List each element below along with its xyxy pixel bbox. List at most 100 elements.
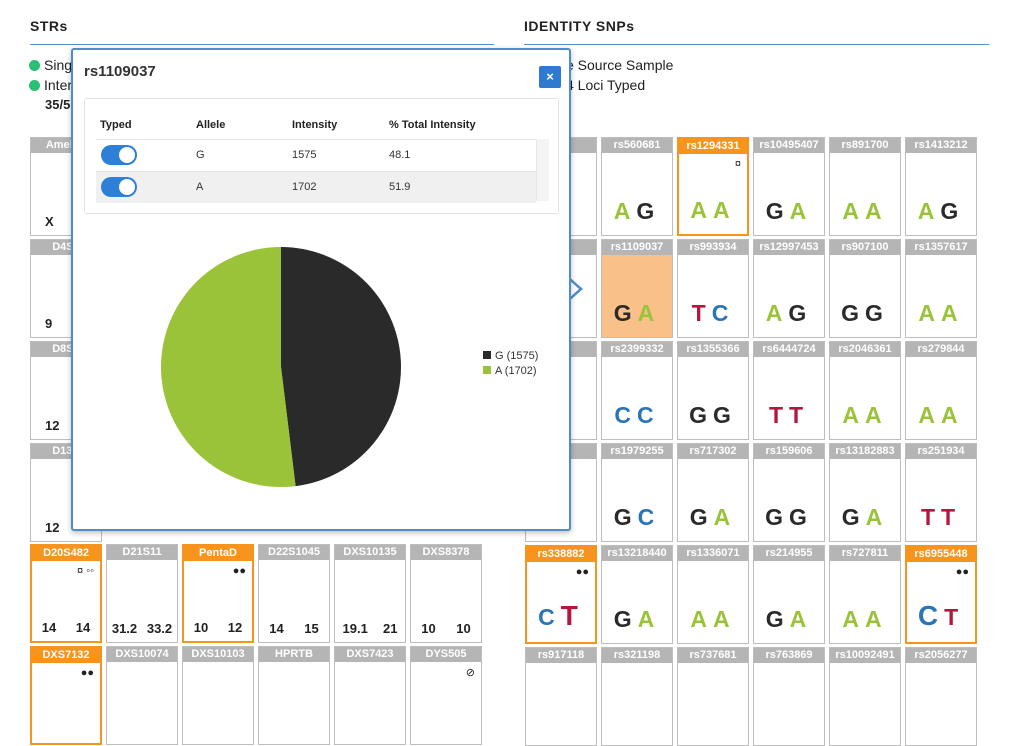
allele-call: 10 bbox=[193, 620, 209, 635]
allele-table: Typed Allele Intensity % Total Intensity… bbox=[84, 98, 559, 214]
genotype-call: GG bbox=[754, 504, 824, 531]
base-call: T bbox=[789, 402, 810, 428]
genotype-call: AA bbox=[906, 402, 976, 429]
snp-locus-card[interactable]: rs1413212 AG bbox=[905, 137, 977, 236]
allele-call: 33.2 bbox=[146, 621, 173, 636]
strs-legend-single: Sing bbox=[29, 57, 72, 73]
locus-label: D20S482 bbox=[32, 546, 100, 561]
base-call: T bbox=[560, 600, 584, 631]
locus-label: rs891700 bbox=[830, 138, 900, 153]
snp-locus-card[interactable]: rs6444724 TT bbox=[753, 341, 825, 440]
snp-locus-card[interactable]: rs1357617 AA bbox=[905, 239, 977, 338]
str-locus-card[interactable]: D22S1045 14 15 bbox=[258, 544, 330, 643]
str-locus-card[interactable]: DXS7132 ●● bbox=[30, 646, 102, 745]
str-locus-card[interactable]: DXS8378 10 10 bbox=[410, 544, 482, 643]
snp-locus-card[interactable]: rs907100 GG bbox=[829, 239, 901, 338]
typed-toggle[interactable] bbox=[101, 145, 137, 165]
genotype-call: TT bbox=[906, 504, 976, 531]
pie-slice-0[interactable] bbox=[281, 247, 402, 487]
pie-slice-1[interactable] bbox=[161, 247, 296, 487]
snp-locus-card[interactable]: rs1979255 GC bbox=[601, 443, 673, 542]
str-locus-card[interactable]: DXS10074 bbox=[106, 646, 178, 745]
percent-cell: 48.1 bbox=[389, 149, 411, 161]
column-header-percent: % Total Intensity bbox=[389, 119, 476, 131]
base-call: C bbox=[917, 600, 945, 631]
str-locus-card[interactable]: DXS7423 bbox=[334, 646, 406, 745]
intensity-pie-chart bbox=[161, 247, 402, 487]
snp-locus-card[interactable]: rs891700 AA bbox=[829, 137, 901, 236]
base-call: A bbox=[637, 606, 661, 632]
table-scrollbar[interactable] bbox=[536, 139, 549, 201]
locus-label: rs338882 bbox=[527, 547, 595, 562]
genotype-call: AG bbox=[602, 198, 672, 225]
base-call: A bbox=[713, 504, 737, 530]
locus-label: rs6444724 bbox=[754, 342, 824, 357]
genotype-call: GA bbox=[754, 606, 824, 633]
allele-call: 9 bbox=[45, 316, 53, 331]
locus-label: rs1336071 bbox=[678, 546, 748, 561]
base-call: T bbox=[768, 402, 789, 428]
typed-toggle[interactable] bbox=[101, 177, 137, 197]
snp-locus-card[interactable]: rs251934 TT bbox=[905, 443, 977, 542]
snp-locus-card[interactable]: rs321198 bbox=[601, 647, 673, 746]
snp-locus-card[interactable]: rs917118 bbox=[525, 647, 597, 746]
snp-locus-card[interactable]: rs2399332 CC bbox=[601, 341, 673, 440]
snp-locus-card[interactable]: rs279844 AA bbox=[905, 341, 977, 440]
snp-locus-card[interactable]: rs2046361 AA bbox=[829, 341, 901, 440]
str-locus-card[interactable]: PentaD ●● 10 12 bbox=[182, 544, 254, 643]
snps-section-title: IDENTITY SNPs bbox=[524, 18, 635, 34]
base-call: C bbox=[614, 402, 637, 428]
snp-locus-card[interactable]: rs727811 AA bbox=[829, 545, 901, 644]
str-locus-card[interactable]: DXS10135 19.1 21 bbox=[334, 544, 406, 643]
str-locus-card[interactable]: D21S11 31.2 33.2 bbox=[106, 544, 178, 643]
str-locus-card[interactable]: HPRTB bbox=[258, 646, 330, 745]
base-call: T bbox=[920, 504, 941, 530]
close-button[interactable]: × bbox=[539, 66, 561, 88]
snp-locus-card[interactable]: rs159606 GG bbox=[753, 443, 825, 542]
snp-locus-card[interactable]: rs993934 TC bbox=[677, 239, 749, 338]
allele-call: 10 bbox=[456, 621, 471, 636]
snp-locus-card[interactable]: rs13218440 GA bbox=[601, 545, 673, 644]
snp-locus-card[interactable]: rs1294331 ¤ AA bbox=[677, 137, 749, 236]
snp-locus-card[interactable]: rs1355366 GG bbox=[677, 341, 749, 440]
snp-locus-card[interactable]: rs13182883 GA bbox=[829, 443, 901, 542]
snp-locus-card[interactable]: rs6955448 ●● CT bbox=[905, 545, 977, 644]
snp-locus-card[interactable]: rs717302 GA bbox=[677, 443, 749, 542]
base-call: G bbox=[613, 300, 638, 326]
snp-locus-card[interactable]: rs763869 bbox=[753, 647, 825, 746]
strs-legend-single-text: Sing bbox=[44, 57, 73, 73]
snp-locus-card[interactable]: rs560681 AG bbox=[601, 137, 673, 236]
str-locus-card[interactable]: DYS505 ⊘ bbox=[410, 646, 482, 745]
snp-locus-card[interactable]: rs12997453 AG bbox=[753, 239, 825, 338]
base-call: A bbox=[842, 402, 865, 428]
genotype-call: CC bbox=[602, 402, 672, 429]
snp-locus-card[interactable]: rs10495407 GA bbox=[753, 137, 825, 236]
base-call: G bbox=[765, 606, 790, 632]
base-call: G bbox=[713, 402, 737, 428]
strs-divider bbox=[30, 44, 494, 45]
str-locus-card[interactable]: DXS10103 bbox=[182, 646, 254, 745]
locus-label: rs993934 bbox=[678, 240, 748, 255]
allele-values: 14 14 bbox=[32, 620, 100, 635]
genotype-call: GA bbox=[754, 198, 824, 225]
snps-legend-typed: 4 Loci Typed bbox=[566, 77, 646, 93]
snp-locus-card[interactable]: rs1109037 GA bbox=[601, 239, 673, 338]
snp-locus-card[interactable]: rs2056277 bbox=[905, 647, 977, 746]
snp-locus-card[interactable]: rs214955 GA bbox=[753, 545, 825, 644]
locus-label: rs917118 bbox=[526, 648, 596, 663]
locus-label: rs1355366 bbox=[678, 342, 748, 357]
locus-label: DXS7423 bbox=[335, 647, 405, 662]
snp-locus-card[interactable]: rs1336071 AA bbox=[677, 545, 749, 644]
status-marker-icon: ¤ ◦◦ bbox=[77, 565, 94, 577]
snp-locus-card[interactable]: rs338882 ●● CT bbox=[525, 545, 597, 644]
snp-locus-card[interactable]: rs10092491 bbox=[829, 647, 901, 746]
genotype-call: GG bbox=[678, 402, 748, 429]
allele-values: 19.1 21 bbox=[335, 621, 405, 636]
base-call: C bbox=[637, 402, 660, 428]
str-locus-card[interactable]: D20S482 ¤ ◦◦ 14 14 bbox=[30, 544, 102, 643]
str-grid-bottom: D20S482 ¤ ◦◦ 14 14 D21S11 31.2 33.2 PentaD ●● 10 1… bbox=[30, 544, 483, 745]
snp-locus-card[interactable]: rs737681 bbox=[677, 647, 749, 746]
base-call: A bbox=[637, 300, 661, 326]
base-call: A bbox=[842, 198, 865, 224]
locus-label: DXS10135 bbox=[335, 545, 405, 560]
